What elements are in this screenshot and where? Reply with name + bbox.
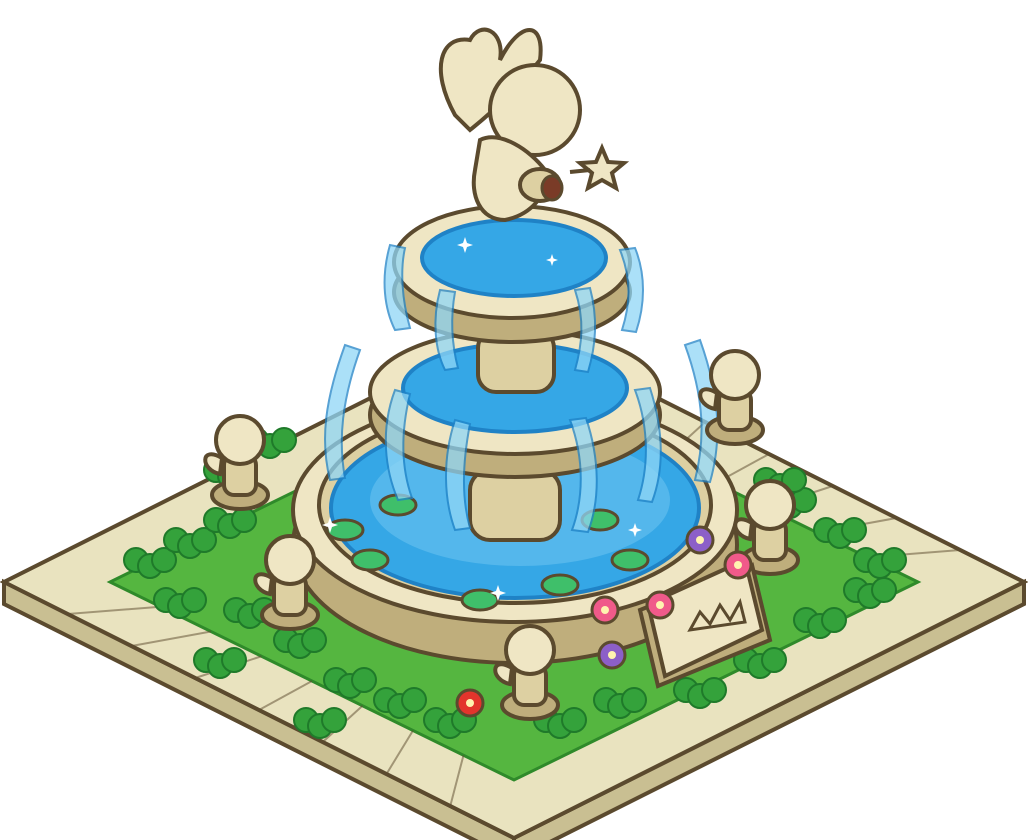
clover-hedge-leaf [701,677,727,703]
flower-center [608,651,616,659]
wand-stick [569,168,591,174]
statue-jug-mouth [540,174,564,202]
clover-hedge-leaf [841,517,867,543]
fountain-scene: .tile{fill:#e9e3bf;stroke:#5b4a2e;stroke… [0,27,1028,840]
flower-center [696,536,704,544]
upper-tier-water [420,218,608,298]
clover-hedge-leaf [871,577,897,603]
lily-pad [350,548,390,572]
middle-pedestal [468,468,562,542]
fountain-sprite: .tile{fill:#e9e3bf;stroke:#5b4a2e;stroke… [0,0,1028,840]
flower [645,590,675,620]
lily-pad [610,548,650,572]
clover-hedge-leaf [321,707,347,733]
flower [685,525,715,555]
clover-hedge-leaf [621,687,647,713]
clover-hedge-leaf [401,687,427,713]
clover-hedge-leaf [561,707,587,733]
clover-hedge-leaf [221,647,247,673]
top-cherub-statue [438,27,630,223]
lily-pad [325,518,365,542]
flower [455,688,485,718]
flower-center [734,561,742,569]
clover-hedge-leaf [761,647,787,673]
flower-center [601,606,609,614]
clover-hedge-leaf [351,667,377,693]
flower [590,595,620,625]
flower [597,640,627,670]
flower-center [656,601,664,609]
clover-hedge-leaf [271,427,297,453]
cherub-statue [698,349,765,446]
flower-center [466,699,474,707]
clover-hedge-leaf [301,627,327,653]
clover-hedge-leaf [181,587,207,613]
star-wand-icon [574,142,630,193]
flower [723,550,753,580]
clover-hedge-leaf [821,607,847,633]
clover-hedge-leaf [231,507,257,533]
lily-pad [540,573,580,597]
clover-hedge-leaf [881,547,907,573]
